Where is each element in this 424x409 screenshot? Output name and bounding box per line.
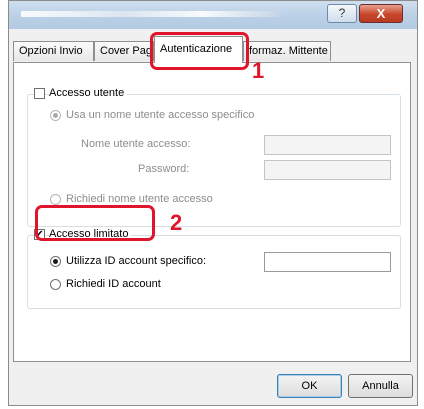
- tab-label: Opzioni Invio: [19, 45, 83, 57]
- ask-account-label: Richiedi ID account: [66, 278, 161, 290]
- step-number-1: 1: [252, 58, 265, 83]
- title-bar: ? X: [9, 1, 417, 29]
- username-label: Nome utente accesso:: [81, 138, 191, 150]
- callout-box-2: [35, 205, 155, 241]
- use-specific-account-label: Utilizza ID account specifico:: [66, 255, 206, 267]
- use-specific-username-radio[interactable]: [50, 110, 61, 121]
- window-title: [21, 11, 281, 17]
- tab-label: formaz. Mittente: [249, 45, 328, 57]
- help-icon: ?: [338, 6, 346, 20]
- tab-opzioni-invio[interactable]: Opzioni Invio: [13, 41, 94, 61]
- password-label: Password:: [138, 163, 190, 175]
- callout-box-1: [150, 32, 249, 70]
- ask-username-label: Richiedi nome utente accesso: [66, 193, 213, 205]
- limited-access-group: [27, 235, 401, 309]
- cancel-button[interactable]: Annulla: [348, 374, 413, 398]
- use-specific-username-label: Usa un nome utente accesso specifico: [66, 109, 255, 121]
- password-field[interactable]: [264, 160, 391, 180]
- user-access-label: Accesso utente: [49, 87, 128, 99]
- ask-account-radio[interactable]: [50, 279, 61, 290]
- user-access-checkbox[interactable]: [34, 88, 45, 99]
- tab-label: Cover Pag: [100, 45, 152, 57]
- close-icon: X: [376, 6, 386, 21]
- use-specific-account-radio[interactable]: [50, 256, 61, 267]
- help-button[interactable]: ?: [327, 4, 357, 23]
- ok-button[interactable]: OK: [277, 374, 342, 398]
- username-field[interactable]: [264, 135, 391, 155]
- close-button[interactable]: X: [359, 4, 403, 23]
- step-number-2: 2: [170, 210, 183, 235]
- ask-username-radio[interactable]: [50, 194, 61, 205]
- tab-cover-page[interactable]: Cover Pag: [94, 41, 154, 61]
- account-id-field[interactable]: [264, 252, 391, 272]
